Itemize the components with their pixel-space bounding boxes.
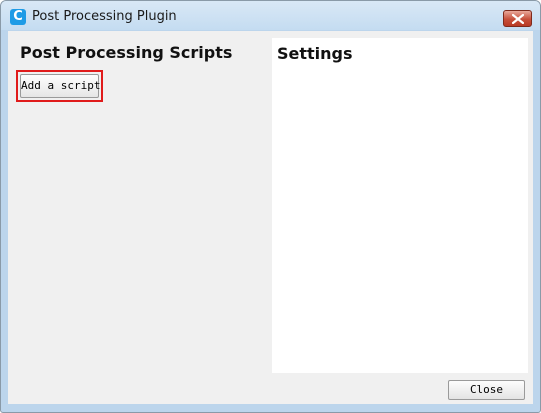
title-bar[interactable]: C Post Processing Plugin (1, 1, 540, 30)
c-logo-icon: C (10, 9, 26, 25)
plugin-window: C Post Processing Plugin Post Processing… (0, 0, 541, 413)
settings-heading: Settings (277, 44, 353, 63)
close-button[interactable]: Close (448, 380, 525, 400)
settings-panel: Settings (272, 38, 528, 373)
scripts-heading: Post Processing Scripts (20, 43, 233, 62)
add-script-button[interactable]: Add a script (20, 74, 100, 98)
dialog-content: Post Processing Scripts Add a script Set… (8, 31, 533, 404)
window-title: Post Processing Plugin (32, 9, 177, 24)
window-close-button[interactable] (503, 10, 532, 27)
close-icon (512, 14, 524, 24)
